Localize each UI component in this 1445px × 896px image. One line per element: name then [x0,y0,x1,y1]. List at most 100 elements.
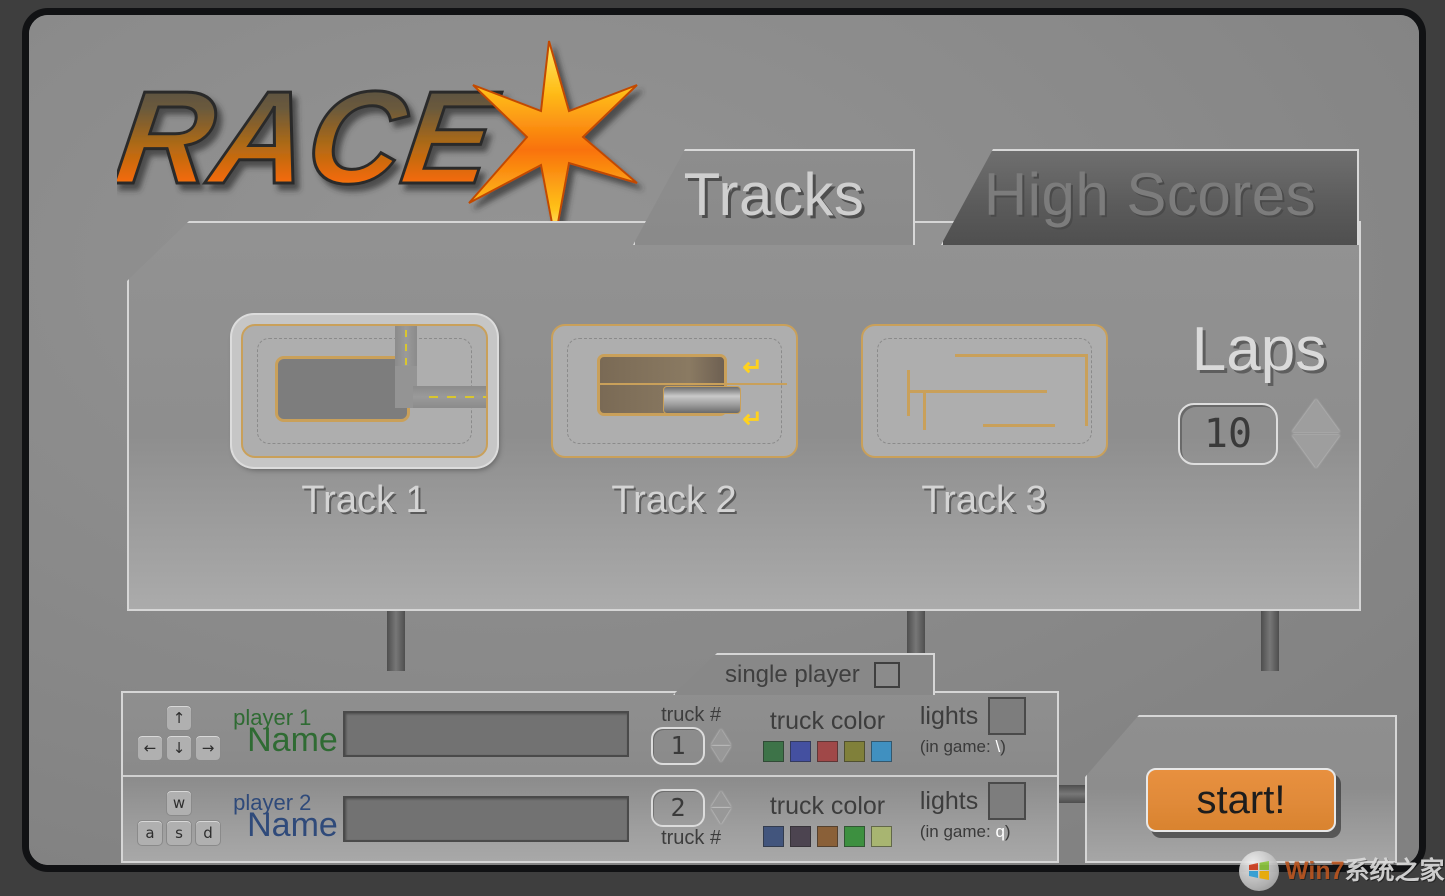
track-option-2[interactable]: ↵ ↵ Track 2 [519,315,829,522]
player-row-2: w a s d player 2 Name 2 truck # truck co… [123,777,1057,861]
player-2-key-s: s [166,820,192,846]
player-2-lights-hint: (in game: q) [920,822,1057,842]
track-3-wall-e [922,390,926,430]
laps-title: Laps [1191,315,1327,384]
track-3-wall-a [954,354,1088,357]
track-2-label: Track 2 [611,479,737,521]
laps-control: Laps 10 [1159,319,1359,468]
track-1-lane-marks-vertical [404,330,407,372]
player-2-keys: w a s d [135,788,225,850]
player-2-truck-color-label: truck color [769,791,886,820]
player-2-name-caption: Name [247,806,338,844]
player-1-lights-hint: (in game: \) [920,737,1057,757]
track-option-3[interactable]: Track 3 [829,315,1139,522]
watermark-brand: Win7 [1285,856,1345,885]
laps-decrease-icon[interactable] [1292,435,1340,468]
player-2-name-labels: player 2 Name [233,788,343,850]
player-2-swatch-purple[interactable] [789,825,811,847]
player-1-truck-increase-icon[interactable] [711,729,732,745]
player-1-lights-label: lights [919,701,979,730]
player-1-name-input[interactable] [342,711,630,757]
track-3-wall-b [1084,354,1088,426]
player-2-key-a: a [137,820,163,846]
track-2-arrow-lower-icon: ↵ [742,406,763,433]
tab-high-scores-label: High Scores [983,160,1317,228]
strut-right [1261,611,1279,671]
player-1-truck-spinner [711,729,732,762]
single-player-toggle[interactable]: single player [673,653,935,695]
laps-value[interactable]: 10 [1178,402,1278,465]
player-1-truck-color-label: truck color [769,706,886,735]
track-1-lane-marks-horizontal [428,396,486,398]
single-player-checkbox[interactable] [873,662,900,688]
player-2-lights-label: lights [919,786,979,815]
player-2-name-input[interactable] [342,796,630,842]
player-2-swatches [749,825,906,847]
track-2-thumbnail-frame[interactable]: ↵ ↵ [542,315,807,467]
player-2-truck-number-control: 2 truck # [643,779,739,859]
track-3-thumbnail-frame[interactable] [852,315,1117,467]
tab-high-scores[interactable]: High Scores [941,149,1359,245]
player-1-lights: lights (in game: \) [920,697,1057,771]
player-2-truck-increase-icon[interactable] [711,791,732,807]
player-1-truck-color: truck color [749,707,906,762]
player-2-lights-checkbox[interactable] [988,782,1027,820]
track-3-thumbnail [860,324,1108,458]
player-1-swatch-green[interactable] [762,740,784,762]
tracks-panel: Track 1 ↵ ↵ Track 2 Track 3 Laps 10 [127,221,1361,611]
player-2-truck-hash-label: truck # [661,826,722,849]
player-1-keys: ↑ ← ↓ → [135,703,225,765]
player-1-lights-checkbox[interactable] [988,697,1027,735]
track-2-thumbnail: ↵ ↵ [550,324,798,458]
player-1-swatch-blue[interactable] [789,740,811,762]
player-2-truck-color: truck color [749,792,906,847]
player-1-key-right: → [195,735,221,761]
player-2-truck-decrease-icon[interactable] [711,808,732,824]
track-option-1[interactable]: Track 1 [209,315,519,522]
player-1-swatch-cyan[interactable] [870,740,892,762]
watermark-brand-cn: 系统之家 [1344,856,1445,885]
start-panel: start! [1085,715,1397,863]
player-1-truck-decrease-icon[interactable] [711,746,732,762]
player-1-lights-hint-prefix: (in game: [919,737,991,756]
player-1-name-caption: Name [247,721,338,759]
player-2-lights-hint-key: q [995,822,1005,841]
window-frame: RACE Tracks High Scores Track 1 ↵ ↵ Trac… [22,8,1426,872]
player-1-lights-top: lights [920,697,1057,735]
track-3-wall-f [982,424,1055,427]
player-1-truck-number[interactable]: 1 [651,726,706,765]
player-2-swatch-lightgreen[interactable] [870,825,892,847]
player-2-truck-number[interactable]: 2 [651,788,706,827]
laps-increase-icon[interactable] [1292,399,1340,432]
player-2-swatch-brown[interactable] [816,825,838,847]
player-2-lights-top: lights [920,782,1057,820]
track-3-wall-c [906,370,910,416]
player-2-lights-hint-suffix: ) [1004,822,1011,841]
tab-tracks-label: Tracks [683,160,865,228]
strut-left [387,611,405,671]
player-1-key-left: ← [137,735,163,761]
track-3-label: Track 3 [921,479,1047,521]
player-2-lights: lights (in game: q) [920,782,1057,856]
track-2-divider-line [596,383,787,385]
game-screen: RACE Tracks High Scores Track 1 ↵ ↵ Trac… [0,0,1445,896]
player-2-lights-hint-prefix: (in game: [919,822,991,841]
player-1-swatch-olive[interactable] [843,740,865,762]
players-panel: ↑ ← ↓ → player 1 Name truck # 1 truck co… [121,691,1059,863]
track-3-wall-d [906,390,1047,393]
watermark: Win7系统之家 [1233,846,1445,896]
player-1-swatches [749,740,906,762]
laps-spinner [1292,399,1340,468]
track-1-thumbnail-frame[interactable] [231,315,497,467]
player-2-key-d: d [195,820,221,846]
track-2-tunnel [662,386,741,414]
player-2-swatch-green[interactable] [843,825,865,847]
player-1-key-down: ↓ [166,735,192,761]
player-1-truck-number-row: 1 [651,726,732,765]
start-button[interactable]: start! [1146,768,1336,832]
player-2-swatch-blue[interactable] [762,825,784,847]
player-1-truck-hash-label: truck # [661,703,722,726]
player-1-swatch-red[interactable] [816,740,838,762]
track-1-label: Track 1 [301,479,427,521]
track-1-thumbnail [240,324,488,458]
